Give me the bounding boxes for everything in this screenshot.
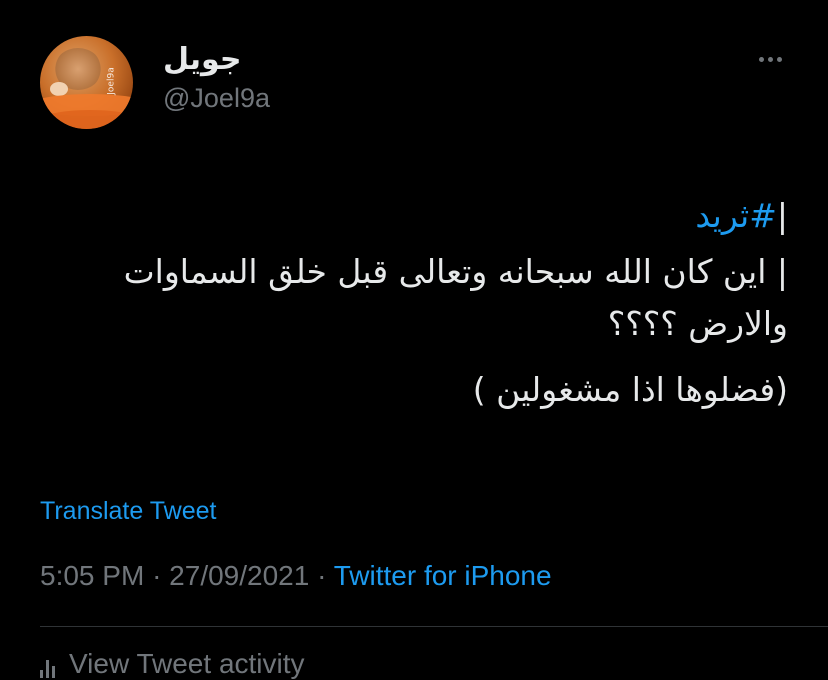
tweet-line: | اين كان الله سبحانه وتعالى قبل خلق الس… xyxy=(123,252,788,291)
tweet-date[interactable]: 27/09/2021 xyxy=(169,560,309,591)
hashtag-link[interactable]: #ثريد xyxy=(695,196,777,235)
more-dot xyxy=(767,56,773,62)
bar-chart-icon xyxy=(40,654,55,680)
tweet-bar: | xyxy=(776,196,788,235)
translate-tweet-link[interactable]: Translate Tweet xyxy=(40,497,216,526)
tweet-paragraph: | اين كان الله سبحانه وتعالى قبل خلق الس… xyxy=(28,246,788,350)
more-dot xyxy=(758,56,764,62)
meta-separator: · xyxy=(317,560,327,591)
divider xyxy=(40,626,828,627)
meta-separator: · xyxy=(152,560,162,591)
avatar-blanket-fold xyxy=(40,110,133,129)
more-icon[interactable] xyxy=(752,44,788,74)
avatar-watermark: Joel9a xyxy=(106,67,117,95)
tweet-hashtag-line: |#ثريد xyxy=(28,190,788,242)
avatar[interactable]: Joel9a xyxy=(40,36,133,129)
tweet-source-link[interactable]: Twitter for iPhone xyxy=(334,560,552,591)
view-tweet-activity[interactable]: View Tweet activity xyxy=(40,648,305,680)
more-dot xyxy=(776,56,782,62)
view-tweet-activity-label: View Tweet activity xyxy=(69,648,305,679)
author-display-name[interactable]: جويل xyxy=(163,42,241,77)
avatar-paw xyxy=(50,82,68,96)
tweet-meta: 5:05 PM · 27/09/2021 · Twitter for iPhon… xyxy=(40,560,552,592)
tweet-line: والارض ؟؟؟؟ xyxy=(607,304,788,343)
tweet-text: |#ثريد | اين كان الله سبحانه وتعالى قبل … xyxy=(28,190,788,416)
tweet-line: (فضلوها اذا مشغولين ) xyxy=(472,370,788,409)
tweet-time[interactable]: 5:05 PM xyxy=(40,560,144,591)
author-handle[interactable]: @Joel9a xyxy=(163,83,270,114)
